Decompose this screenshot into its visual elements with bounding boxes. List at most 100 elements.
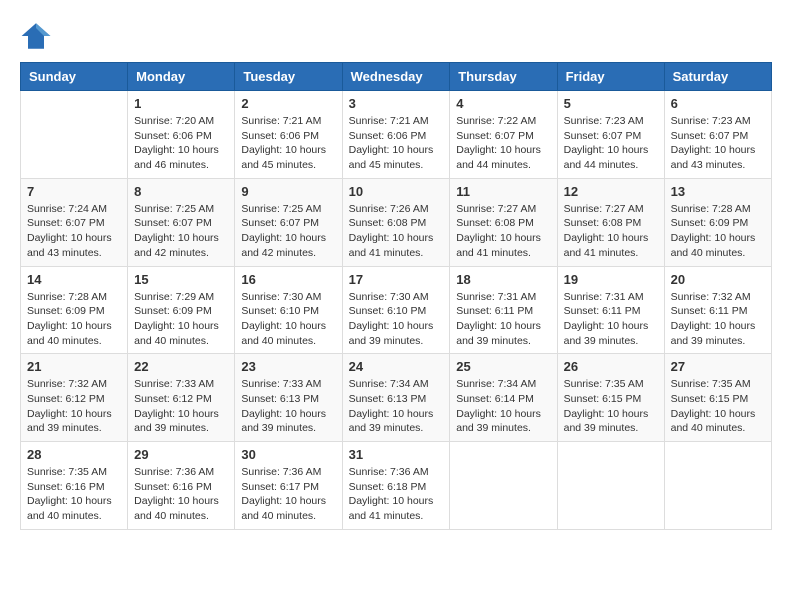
page-header xyxy=(20,20,772,52)
calendar-cell: 1Sunrise: 7:20 AM Sunset: 6:06 PM Daylig… xyxy=(128,91,235,179)
calendar-cell: 15 Sunrise: 7:29 AM Sunset: 6:09 PM Dayli… xyxy=(128,266,235,354)
calendar-cell: 9 Sunrise: 7:25 AM Sunset: 6:07 PM Daylig… xyxy=(235,178,342,266)
day-info: Sunrise: 7:23 AM Sunset: 6:07 PM Dayligh… xyxy=(671,114,765,173)
weekday-header-row: SundayMondayTuesdayWednesdayThursdayFrid… xyxy=(21,63,772,91)
day-number: 9 xyxy=(241,184,335,199)
day-info: Sunrise: 7:35 AM Sunset: 6:15 PM Dayligh… xyxy=(564,377,658,436)
day-number: 20 xyxy=(671,272,765,287)
day-number: 22 xyxy=(134,359,228,374)
calendar-cell: 28 Sunrise: 7:35 AM Sunset: 6:16 PM Dayli… xyxy=(21,442,128,530)
day-number: 14 xyxy=(27,272,121,287)
day-number: 11 xyxy=(456,184,550,199)
calendar-cell: 6Sunrise: 7:23 AM Sunset: 6:07 PM Daylig… xyxy=(664,91,771,179)
day-number: 26 xyxy=(564,359,658,374)
calendar-cell: 8 Sunrise: 7:25 AM Sunset: 6:07 PM Daylig… xyxy=(128,178,235,266)
day-number: 25 xyxy=(456,359,550,374)
calendar-cell: 30 Sunrise: 7:36 AM Sunset: 6:17 PM Dayli… xyxy=(235,442,342,530)
day-number: 16 xyxy=(241,272,335,287)
day-number: 24 xyxy=(349,359,444,374)
day-number: 23 xyxy=(241,359,335,374)
calendar-cell xyxy=(21,91,128,179)
day-info: Sunrise: 7:28 AM Sunset: 6:09 PM Dayligh… xyxy=(27,290,121,349)
day-info: Sunrise: 7:26 AM Sunset: 6:08 PM Dayligh… xyxy=(349,202,444,261)
calendar-cell: 5 Sunrise: 7:23 AM Sunset: 6:07 PM Daylig… xyxy=(557,91,664,179)
calendar-week-row: 21 Sunrise: 7:32 AM Sunset: 6:12 PM Dayli… xyxy=(21,354,772,442)
day-info: Sunrise: 7:21 AM Sunset: 6:06 PM Dayligh… xyxy=(241,114,335,173)
calendar-cell: 12Sunrise: 7:27 AM Sunset: 6:08 PM Dayli… xyxy=(557,178,664,266)
day-info: Sunrise: 7:34 AM Sunset: 6:14 PM Dayligh… xyxy=(456,377,550,436)
calendar-cell: 31 Sunrise: 7:36 AM Sunset: 6:18 PM Dayli… xyxy=(342,442,450,530)
day-info: Sunrise: 7:35 AM Sunset: 6:16 PM Dayligh… xyxy=(27,465,121,524)
day-info: Sunrise: 7:23 AM Sunset: 6:07 PM Dayligh… xyxy=(564,114,658,173)
calendar-cell: 25 Sunrise: 7:34 AM Sunset: 6:14 PM Dayli… xyxy=(450,354,557,442)
calendar-cell: 24 Sunrise: 7:34 AM Sunset: 6:13 PM Dayli… xyxy=(342,354,450,442)
calendar-week-row: 1Sunrise: 7:20 AM Sunset: 6:06 PM Daylig… xyxy=(21,91,772,179)
calendar-cell: 26 Sunrise: 7:35 AM Sunset: 6:15 PM Dayli… xyxy=(557,354,664,442)
day-number: 7 xyxy=(27,184,121,199)
calendar-table: SundayMondayTuesdayWednesdayThursdayFrid… xyxy=(20,62,772,530)
day-info: Sunrise: 7:35 AM Sunset: 6:15 PM Dayligh… xyxy=(671,377,765,436)
calendar-cell: 22 Sunrise: 7:33 AM Sunset: 6:12 PM Dayli… xyxy=(128,354,235,442)
day-info: Sunrise: 7:36 AM Sunset: 6:17 PM Dayligh… xyxy=(241,465,335,524)
day-number: 19 xyxy=(564,272,658,287)
day-number: 8 xyxy=(134,184,228,199)
day-info: Sunrise: 7:30 AM Sunset: 6:10 PM Dayligh… xyxy=(241,290,335,349)
day-number: 3 xyxy=(349,96,444,111)
weekday-header-cell: Monday xyxy=(128,63,235,91)
calendar-cell: 16 Sunrise: 7:30 AM Sunset: 6:10 PM Dayli… xyxy=(235,266,342,354)
calendar-cell: 19 Sunrise: 7:31 AM Sunset: 6:11 PM Dayli… xyxy=(557,266,664,354)
calendar-cell: 27Sunrise: 7:35 AM Sunset: 6:15 PM Dayli… xyxy=(664,354,771,442)
calendar-cell xyxy=(664,442,771,530)
day-info: Sunrise: 7:30 AM Sunset: 6:10 PM Dayligh… xyxy=(349,290,444,349)
calendar-cell: 13Sunrise: 7:28 AM Sunset: 6:09 PM Dayli… xyxy=(664,178,771,266)
day-number: 10 xyxy=(349,184,444,199)
calendar-body: 1Sunrise: 7:20 AM Sunset: 6:06 PM Daylig… xyxy=(21,91,772,530)
day-number: 12 xyxy=(564,184,658,199)
day-info: Sunrise: 7:21 AM Sunset: 6:06 PM Dayligh… xyxy=(349,114,444,173)
calendar-cell xyxy=(557,442,664,530)
calendar-cell: 4Sunrise: 7:22 AM Sunset: 6:07 PM Daylig… xyxy=(450,91,557,179)
calendar-cell: 2Sunrise: 7:21 AM Sunset: 6:06 PM Daylig… xyxy=(235,91,342,179)
day-info: Sunrise: 7:33 AM Sunset: 6:12 PM Dayligh… xyxy=(134,377,228,436)
day-info: Sunrise: 7:36 AM Sunset: 6:18 PM Dayligh… xyxy=(349,465,444,524)
day-number: 30 xyxy=(241,447,335,462)
day-info: Sunrise: 7:25 AM Sunset: 6:07 PM Dayligh… xyxy=(134,202,228,261)
logo xyxy=(20,20,56,52)
calendar-cell: 11 Sunrise: 7:27 AM Sunset: 6:08 PM Dayli… xyxy=(450,178,557,266)
day-number: 31 xyxy=(349,447,444,462)
weekday-header-cell: Saturday xyxy=(664,63,771,91)
calendar-cell: 7Sunrise: 7:24 AM Sunset: 6:07 PM Daylig… xyxy=(21,178,128,266)
weekday-header-cell: Friday xyxy=(557,63,664,91)
weekday-header-cell: Thursday xyxy=(450,63,557,91)
calendar-cell: 17 Sunrise: 7:30 AM Sunset: 6:10 PM Dayli… xyxy=(342,266,450,354)
calendar-week-row: 28 Sunrise: 7:35 AM Sunset: 6:16 PM Dayli… xyxy=(21,442,772,530)
calendar-cell: 14 Sunrise: 7:28 AM Sunset: 6:09 PM Dayli… xyxy=(21,266,128,354)
day-info: Sunrise: 7:36 AM Sunset: 6:16 PM Dayligh… xyxy=(134,465,228,524)
day-info: Sunrise: 7:31 AM Sunset: 6:11 PM Dayligh… xyxy=(456,290,550,349)
day-number: 4 xyxy=(456,96,550,111)
day-number: 17 xyxy=(349,272,444,287)
calendar-cell: 3 Sunrise: 7:21 AM Sunset: 6:06 PM Daylig… xyxy=(342,91,450,179)
day-info: Sunrise: 7:34 AM Sunset: 6:13 PM Dayligh… xyxy=(349,377,444,436)
day-info: Sunrise: 7:29 AM Sunset: 6:09 PM Dayligh… xyxy=(134,290,228,349)
calendar-cell: 21 Sunrise: 7:32 AM Sunset: 6:12 PM Dayli… xyxy=(21,354,128,442)
day-number: 18 xyxy=(456,272,550,287)
calendar-cell: 10 Sunrise: 7:26 AM Sunset: 6:08 PM Dayli… xyxy=(342,178,450,266)
weekday-header-cell: Wednesday xyxy=(342,63,450,91)
day-info: Sunrise: 7:27 AM Sunset: 6:08 PM Dayligh… xyxy=(456,202,550,261)
weekday-header-cell: Sunday xyxy=(21,63,128,91)
day-info: Sunrise: 7:32 AM Sunset: 6:12 PM Dayligh… xyxy=(27,377,121,436)
calendar-cell: 20Sunrise: 7:32 AM Sunset: 6:11 PM Dayli… xyxy=(664,266,771,354)
day-info: Sunrise: 7:20 AM Sunset: 6:06 PM Dayligh… xyxy=(134,114,228,173)
day-number: 5 xyxy=(564,96,658,111)
calendar-week-row: 7Sunrise: 7:24 AM Sunset: 6:07 PM Daylig… xyxy=(21,178,772,266)
day-info: Sunrise: 7:31 AM Sunset: 6:11 PM Dayligh… xyxy=(564,290,658,349)
day-info: Sunrise: 7:25 AM Sunset: 6:07 PM Dayligh… xyxy=(241,202,335,261)
calendar-cell: 23Sunrise: 7:33 AM Sunset: 6:13 PM Dayli… xyxy=(235,354,342,442)
day-number: 29 xyxy=(134,447,228,462)
day-number: 28 xyxy=(27,447,121,462)
weekday-header-cell: Tuesday xyxy=(235,63,342,91)
day-number: 21 xyxy=(27,359,121,374)
calendar-cell xyxy=(450,442,557,530)
day-number: 15 xyxy=(134,272,228,287)
